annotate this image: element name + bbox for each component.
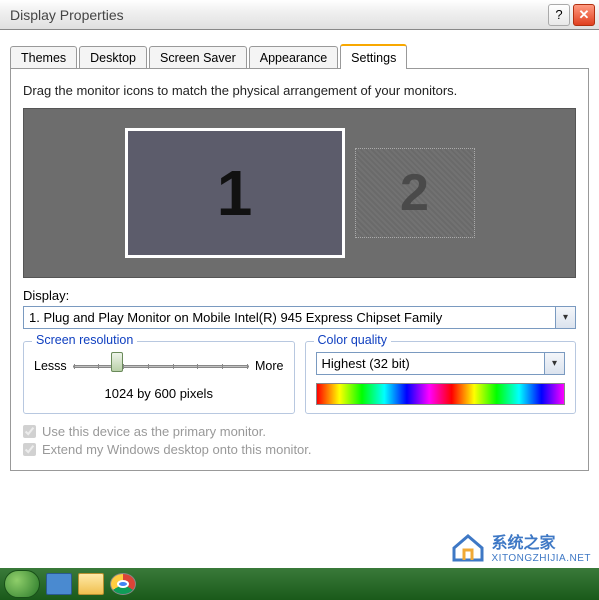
screen-resolution-group: Screen resolution Lesss More 1024 by 600…: [23, 341, 295, 414]
tab-appearance[interactable]: Appearance: [249, 46, 338, 69]
color-quality-group: Color quality ▾: [305, 341, 577, 414]
start-button[interactable]: [4, 570, 40, 598]
tab-desktop[interactable]: Desktop: [79, 46, 147, 69]
resolution-slider[interactable]: [73, 356, 249, 376]
resolution-less-label: Lesss: [34, 359, 67, 373]
tab-themes[interactable]: Themes: [10, 46, 77, 69]
resolution-legend: Screen resolution: [32, 333, 137, 347]
taskbar-chrome-icon[interactable]: [110, 573, 136, 595]
titlebar: Display Properties ? ✕: [0, 0, 599, 30]
dialog-content: Themes Desktop Screen Saver Appearance S…: [0, 30, 599, 471]
color-spectrum-preview: [316, 383, 566, 405]
extend-desktop-label: Extend my Windows desktop onto this moni…: [42, 442, 312, 457]
group-row: Screen resolution Lesss More 1024 by 600…: [23, 341, 576, 414]
help-icon: ?: [555, 7, 562, 22]
taskbar[interactable]: [0, 568, 599, 600]
close-icon: ✕: [579, 7, 590, 23]
chevron-down-icon: ▾: [552, 358, 557, 369]
close-button[interactable]: ✕: [573, 4, 595, 26]
taskbar-app-icon[interactable]: [46, 573, 72, 595]
watermark-logo-icon: [450, 532, 486, 562]
resolution-value-text: 1024 by 600 pixels: [34, 386, 284, 401]
display-value[interactable]: [23, 306, 556, 329]
resolution-more-label: More: [255, 359, 283, 373]
settings-panel: Drag the monitor icons to match the phys…: [10, 68, 589, 471]
help-button[interactable]: ?: [548, 4, 570, 26]
color-legend: Color quality: [314, 333, 391, 347]
extend-desktop-checkbox: [23, 443, 36, 456]
watermark-text-1: 系统之家: [492, 529, 592, 553]
color-dropdown-arrow[interactable]: ▾: [545, 352, 565, 375]
extend-desktop-checkbox-row: Extend my Windows desktop onto this moni…: [23, 442, 576, 457]
taskbar-explorer-icon[interactable]: [78, 573, 104, 595]
primary-monitor-checkbox: [23, 425, 36, 438]
display-dropdown[interactable]: ▾: [23, 306, 576, 329]
tab-strip: Themes Desktop Screen Saver Appearance S…: [10, 44, 589, 68]
display-dropdown-arrow[interactable]: ▾: [556, 306, 576, 329]
primary-monitor-label: Use this device as the primary monitor.: [42, 424, 266, 439]
watermark-text-2: XITONGZHIJIA.NET: [492, 553, 592, 564]
display-label: Display:: [23, 288, 576, 303]
window-title: Display Properties: [10, 7, 545, 23]
tab-settings[interactable]: Settings: [340, 44, 407, 69]
color-quality-value[interactable]: [316, 352, 546, 375]
instruction-text: Drag the monitor icons to match the phys…: [23, 83, 576, 98]
chevron-down-icon: ▾: [563, 312, 568, 323]
watermark: 系统之家 XITONGZHIJIA.NET: [450, 529, 592, 564]
monitor-arrangement-area[interactable]: 1 2: [23, 108, 576, 278]
primary-monitor-checkbox-row: Use this device as the primary monitor.: [23, 424, 576, 439]
monitor-2[interactable]: 2: [355, 148, 475, 238]
tab-screen-saver[interactable]: Screen Saver: [149, 46, 247, 69]
checkbox-section: Use this device as the primary monitor. …: [23, 424, 576, 457]
monitor-1[interactable]: 1: [125, 128, 345, 258]
resolution-slider-thumb[interactable]: [111, 352, 123, 372]
color-quality-dropdown[interactable]: ▾: [316, 352, 566, 375]
